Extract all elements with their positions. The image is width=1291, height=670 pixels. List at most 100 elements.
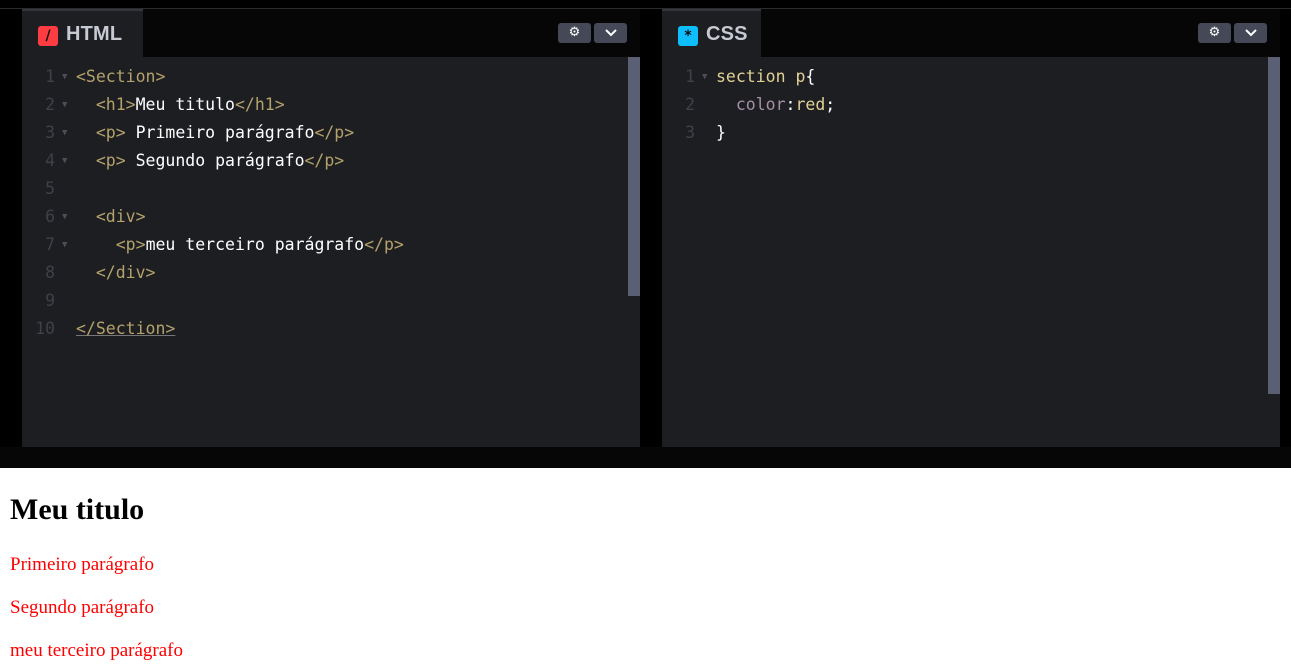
line-number: 3 (685, 123, 695, 142)
code-tag: </p> (314, 123, 355, 142)
code-tag: </h1> (234, 95, 285, 114)
code-line: 10 </Section> (22, 315, 622, 343)
code-line: 3 ▼ <p> Primeiro parágrafo</p> (22, 119, 622, 147)
fold-arrow-icon: ▼ (62, 128, 68, 138)
line-number: 7 (45, 235, 55, 254)
tab-html-label: HTML (66, 23, 123, 45)
line-number: 4 (45, 151, 55, 170)
css-collapse-button[interactable] (1234, 23, 1267, 43)
code-content: section p{ (716, 63, 815, 91)
code-line: 2 color:red; (662, 91, 1262, 119)
code-line: 2 ▼ <h1>Meu titulo</h1> (22, 91, 622, 119)
line-number: 8 (45, 263, 55, 282)
code-tag: <p> (95, 151, 126, 170)
line-number: 1 (685, 67, 695, 86)
editor-resize-bar[interactable] (0, 447, 1291, 468)
css-selector: section p (716, 67, 806, 86)
line-number: 3 (45, 123, 55, 142)
tab-html[interactable]: / HTML (22, 9, 143, 57)
line-number: 9 (45, 291, 55, 310)
code-content: color:red; (716, 91, 835, 119)
css-semicolon: ; (825, 95, 836, 114)
code-content: <div> (76, 203, 146, 231)
fold-arrow-icon: ▼ (62, 240, 68, 250)
css-property: color (735, 95, 786, 114)
code-tag: </div> (95, 263, 156, 282)
gear-icon: ⚙ (1208, 25, 1221, 40)
code-content: </Section> (76, 315, 175, 343)
code-tag: <h1> (95, 95, 136, 114)
code-content: <p> Primeiro parágrafo</p> (76, 119, 354, 147)
html-settings-button[interactable]: ⚙ (558, 23, 591, 43)
code-content: <Section> (76, 63, 165, 91)
code-tag: <p> (115, 235, 146, 254)
code-text: meu terceiro parágrafo (145, 235, 365, 254)
chevron-down-icon (1244, 29, 1257, 37)
fold-arrow-icon: ▼ (62, 212, 68, 222)
code-tag: <div> (95, 207, 146, 226)
preview-paragraph-2: Segundo parágrafo (10, 597, 155, 618)
line-number: 10 (35, 319, 55, 338)
html-scrollbar[interactable] (628, 57, 640, 296)
line-number: 2 (685, 95, 695, 114)
line-number: 5 (45, 179, 55, 198)
code-tag: </p> (304, 151, 345, 170)
fold-arrow-icon: ▼ (702, 72, 708, 82)
code-tag: <Section> (76, 67, 166, 86)
css-scrollbar[interactable] (1268, 57, 1280, 394)
code-line: 5 (22, 175, 622, 203)
css-asterisk-icon: * (678, 26, 698, 46)
result-preview: Meu titulo Primeiro parágrafo Segundo pa… (0, 468, 1291, 670)
code-content: <p>meu terceiro parágrafo</p> (76, 231, 404, 259)
css-colon: : (785, 95, 796, 114)
code-tag: <p> (95, 123, 126, 142)
html-code-area[interactable]: 1 ▼ <Section> 2 ▼ <h1>Meu titulo</h1> 3 ▼ <p> … (22, 57, 640, 447)
code-line: 1 ▼ section p{ (662, 63, 1262, 91)
line-number: 1 (45, 67, 55, 86)
preview-paragraph-3: meu terceiro parágrafo (10, 640, 184, 661)
css-brace: { (805, 67, 816, 86)
preview-paragraph-1: Primeiro parágrafo (10, 554, 155, 575)
code-text: Segundo parágrafo (125, 151, 305, 170)
html-editor-pane: / HTML ⚙ 1 ▼ <Section> 2 ▼ <h1>Meu titulo</h… (22, 9, 640, 447)
css-settings-button[interactable]: ⚙ (1198, 23, 1231, 43)
code-content: </div> (76, 259, 156, 287)
code-content: } (716, 119, 726, 147)
code-content: <p> Segundo parágrafo</p> (76, 147, 344, 175)
editors-area: / HTML ⚙ 1 ▼ <Section> 2 ▼ <h1>Meu titulo</h… (0, 0, 1291, 468)
chevron-down-icon (604, 29, 617, 37)
code-line: 1 ▼ <Section> (22, 63, 622, 91)
html-slash-icon: / (38, 26, 58, 46)
code-text: Meu titulo (135, 95, 235, 114)
code-line: 9 (22, 287, 622, 315)
line-number: 2 (45, 95, 55, 114)
fold-arrow-icon: ▼ (62, 100, 68, 110)
code-tag: </p> (364, 235, 404, 254)
css-editor-header: * CSS ⚙ (662, 9, 1280, 57)
html-editor-header: / HTML ⚙ (22, 9, 640, 57)
tab-css[interactable]: * CSS (662, 9, 761, 57)
code-line: 3} (662, 119, 1262, 147)
css-code-area[interactable]: 1 ▼ section p{2 color:red; 3} (662, 57, 1280, 447)
preview-heading: Meu titulo (10, 493, 145, 526)
fold-arrow-icon: ▼ (62, 156, 68, 166)
html-collapse-button[interactable] (594, 23, 627, 43)
tab-css-label: CSS (706, 23, 748, 45)
code-text: Primeiro parágrafo (125, 123, 315, 142)
code-line: 4 ▼ <p> Segundo parágrafo</p> (22, 147, 622, 175)
fold-arrow-icon: ▼ (62, 72, 68, 82)
css-brace: } (716, 123, 726, 142)
code-line: 7 ▼ <p>meu terceiro parágrafo</p> (22, 231, 622, 259)
code-content: <h1>Meu titulo</h1> (76, 91, 285, 119)
code-tag: </Section> (76, 319, 176, 338)
code-line: 6 ▼ <div> (22, 203, 622, 231)
code-line: 8 </div> (22, 259, 622, 287)
css-value: red (795, 95, 826, 114)
